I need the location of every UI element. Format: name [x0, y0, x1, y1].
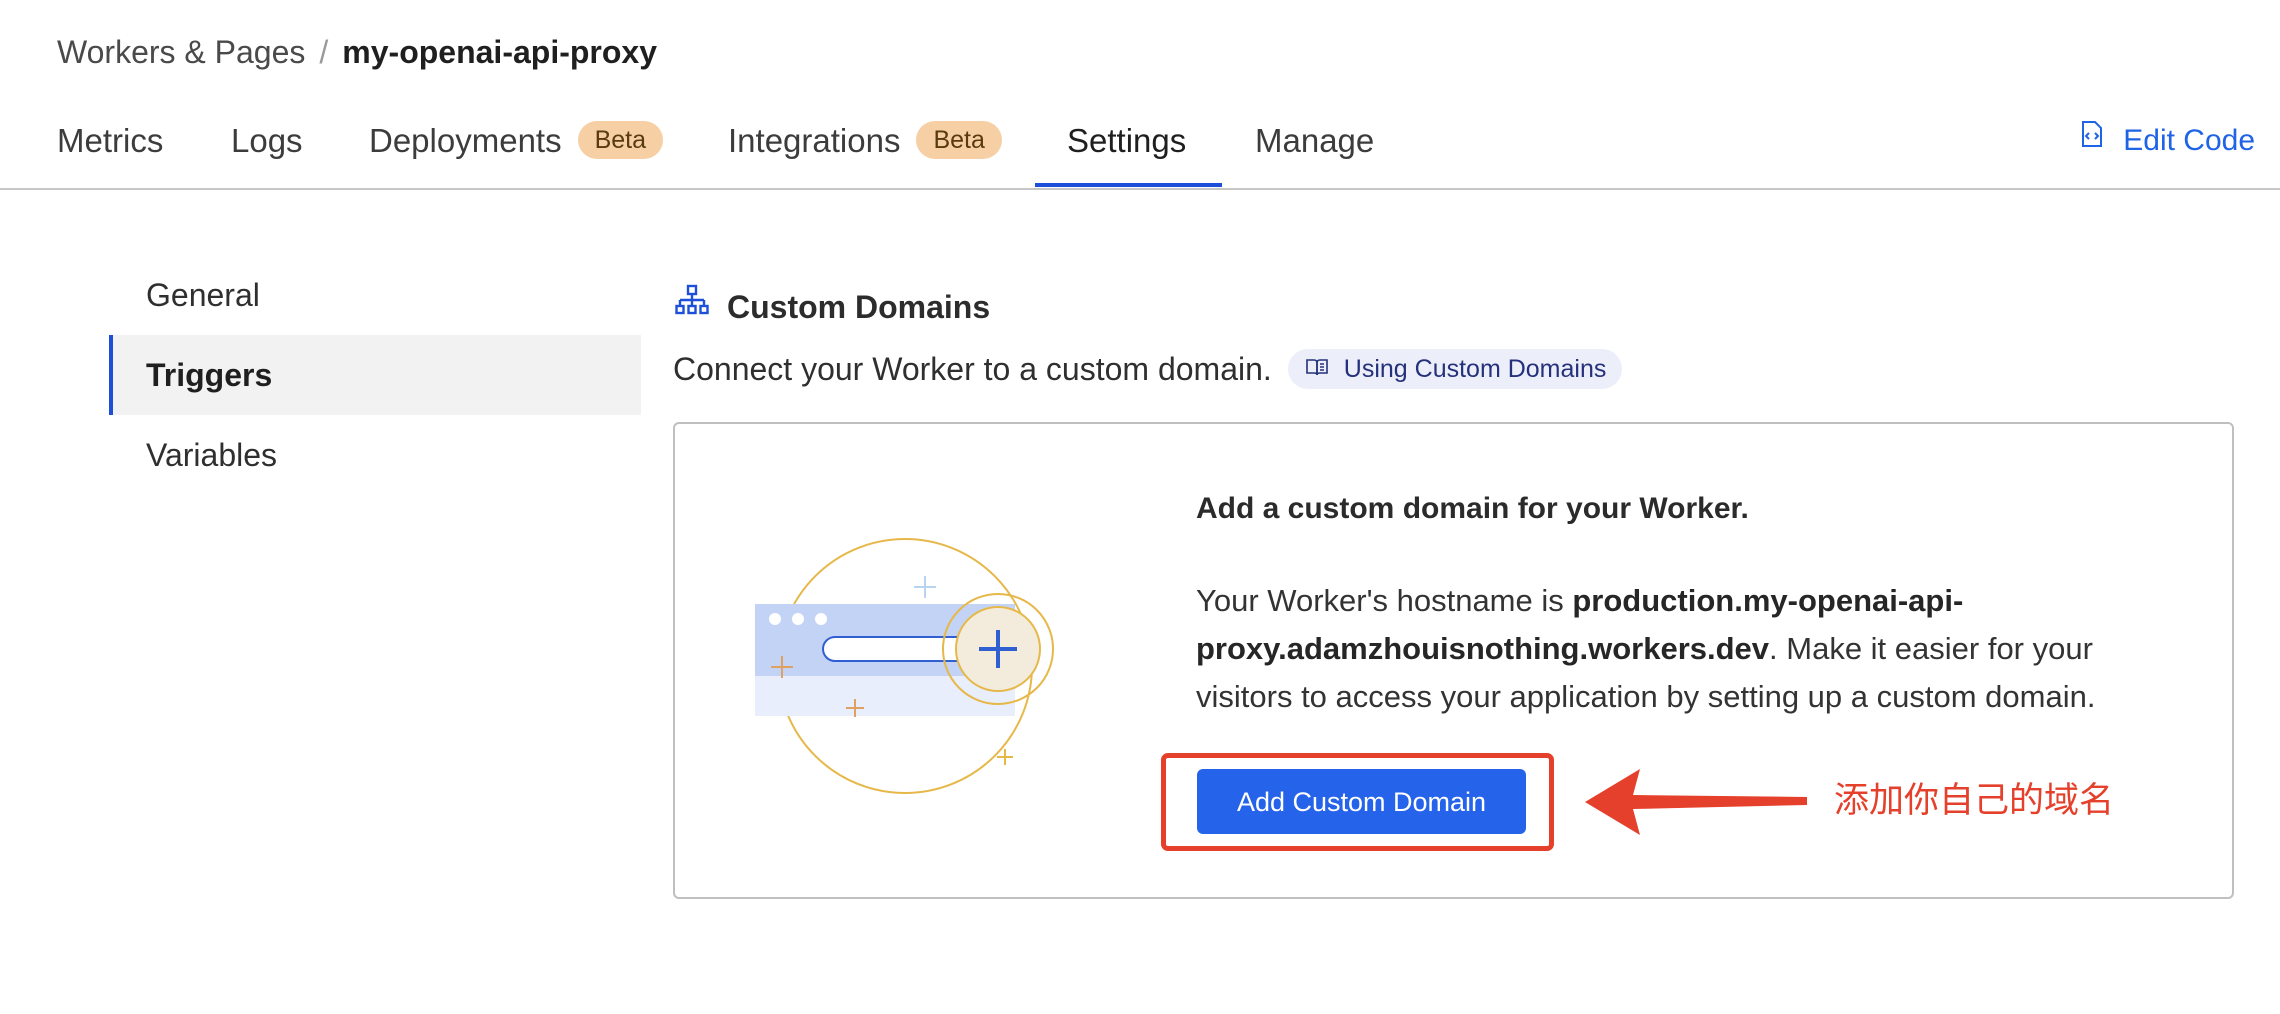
sidebar-item-label: Triggers [146, 357, 273, 393]
card-heading: Add a custom domain for your Worker. [1196, 492, 1749, 525]
tab-logs[interactable]: Logs [231, 110, 303, 190]
section-title: Custom Domains [675, 284, 991, 329]
sidebar-item-label: Variables [146, 437, 278, 473]
tab-metrics[interactable]: Metrics [57, 110, 163, 190]
browser-add-domain-illustration [755, 529, 1055, 799]
book-icon [1305, 348, 1328, 388]
settings-sidebar: General Triggers Variables [109, 255, 641, 495]
tab-label: Logs [231, 122, 303, 159]
tab-integrations[interactable]: Integrations Beta [728, 110, 1002, 190]
breadcrumb-current: my-openai-api-proxy [342, 34, 657, 70]
section-description: Connect your Worker to a custom domain. … [673, 347, 1623, 391]
edit-code-button[interactable]: Edit Code [2081, 110, 2255, 172]
page-root: Workers & Pages / my-openai-api-proxy Metr… [0, 0, 2280, 1014]
tab-deployments[interactable]: Deployments Beta [369, 110, 664, 190]
section-title-text: Custom Domains [727, 289, 991, 325]
sidebar-item-label: General [146, 277, 260, 313]
tab-label: Settings [1067, 122, 1187, 159]
beta-badge: Beta [577, 121, 664, 160]
tab-manage[interactable]: Manage [1255, 110, 1374, 190]
sitemap-icon [675, 284, 709, 329]
sidebar-item-variables[interactable]: Variables [109, 415, 641, 495]
card-body: Your Worker's hostname is production.my-… [1196, 577, 2196, 721]
using-custom-domains-link[interactable]: Using Custom Domains [1287, 348, 1623, 389]
breadcrumb-parent-link[interactable]: Workers & Pages [57, 34, 305, 70]
card-body-prefix: Your Worker's hostname is [1196, 583, 1573, 618]
tab-bar: Metrics Logs Deployments Beta Integration… [0, 110, 2280, 190]
tab-label: Metrics [57, 122, 164, 159]
annotation-arrow-icon [1585, 767, 1810, 837]
tab-label: Integrations [728, 122, 901, 159]
tab-settings[interactable]: Settings [1067, 110, 1186, 190]
annotation-text: 添加你自己的域名 [1834, 781, 2115, 821]
edit-code-label: Edit Code [2123, 124, 2255, 157]
annotation-highlight-box [1161, 753, 1554, 851]
code-file-icon [2081, 108, 2103, 170]
tab-label: Deployments [369, 122, 562, 159]
beta-badge: Beta [916, 121, 1002, 160]
section-description-text: Connect your Worker to a custom domain. [673, 351, 1272, 387]
sidebar-item-general[interactable]: General [109, 255, 641, 335]
tab-label: Manage [1255, 122, 1375, 159]
doc-link-label: Using Custom Domains [1343, 354, 1607, 383]
breadcrumb-separator: / [319, 34, 329, 70]
breadcrumb: Workers & Pages / my-openai-api-proxy [57, 30, 657, 74]
active-tab-indicator [1035, 183, 1222, 187]
sidebar-item-triggers[interactable]: Triggers [109, 335, 641, 415]
